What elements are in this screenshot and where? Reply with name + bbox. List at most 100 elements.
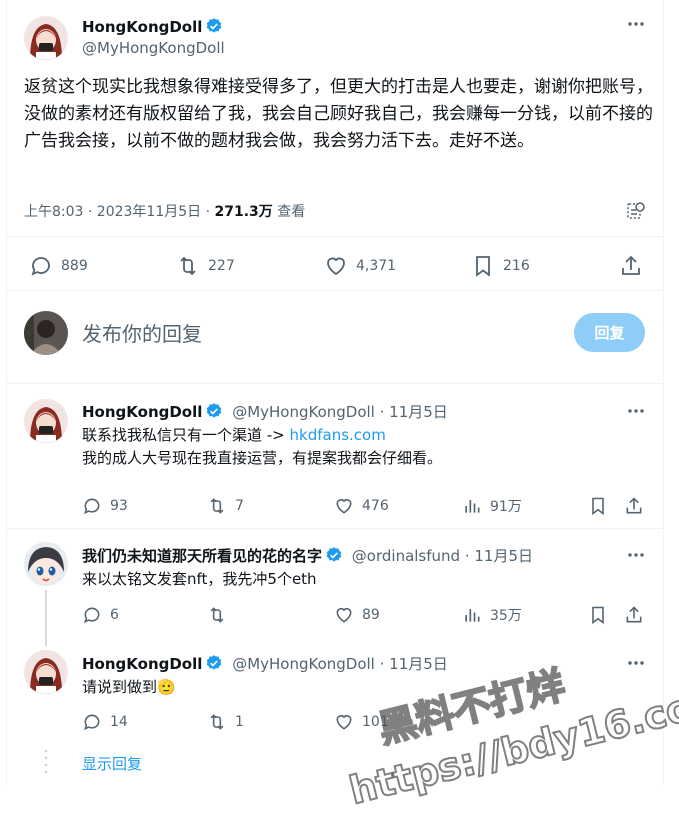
bookmark-icon — [592, 606, 604, 625]
views-action[interactable]: 35万 — [462, 605, 522, 625]
reply-action[interactable]: 889 — [29, 254, 88, 278]
reply-date[interactable]: · 11月5日 — [460, 547, 533, 565]
divider — [6, 383, 664, 384]
verified-badge-icon — [205, 17, 223, 39]
reply-date[interactable]: · 11月5日 — [375, 403, 448, 421]
divider — [6, 528, 664, 529]
avatar[interactable] — [24, 650, 68, 694]
like-count: 476 — [362, 498, 389, 514]
bookmark-icon — [592, 497, 604, 516]
author-handle[interactable]: @MyHongKongDoll — [232, 655, 375, 673]
current-user-avatar[interactable] — [24, 311, 68, 355]
reply-icon — [84, 714, 100, 731]
reply-count: 6 — [110, 607, 119, 623]
heart-icon — [336, 498, 352, 514]
like-count: 89 — [362, 607, 380, 623]
reply-button[interactable]: 回复 — [574, 313, 645, 352]
reply-text-line: 我的成人大号现在我直接运营，有提案我都会仔细看。 — [82, 449, 443, 467]
view-count: 35万 — [490, 608, 522, 624]
like-action[interactable]: 4,371 — [324, 254, 396, 278]
analytics-icon — [465, 500, 480, 513]
reply-icon — [84, 498, 100, 515]
bookmark-action[interactable] — [588, 605, 616, 625]
share-icon — [626, 606, 642, 623]
reply-action[interactable]: 6 — [82, 605, 119, 625]
views-action[interactable]: 91万 — [462, 496, 522, 516]
more-options-icon[interactable] — [626, 14, 646, 34]
reply-text: 联系找我私信只有一个渠道 -> hkdfans.com 我的成人大号现在我直接运… — [82, 424, 442, 470]
reply-text: 请说到做到🫡 — [82, 678, 176, 696]
external-link[interactable]: hkdfans.com — [290, 426, 386, 444]
avatar[interactable] — [24, 399, 68, 443]
verified-badge-icon — [205, 654, 223, 676]
author-name[interactable]: HongKongDoll — [82, 403, 202, 421]
share-icon — [622, 255, 640, 275]
author-name[interactable]: HongKongDoll — [82, 18, 202, 36]
reply-header: HongKongDoll @MyHongKongDoll · 11月5日 — [82, 401, 448, 424]
reply-header: 我们仍未知道那天所看见的花的名字 @ordinalsfund · 11月5日 — [82, 545, 533, 568]
share-action[interactable] — [624, 605, 652, 625]
thread-dots — [43, 748, 49, 774]
analytics-icon — [465, 609, 480, 622]
verified-badge-icon — [325, 546, 343, 568]
reply-text-line: 联系找我私信只有一个渠道 -> — [82, 426, 290, 444]
retweet-action[interactable] — [207, 605, 235, 625]
view-count: 271.3万 — [214, 204, 273, 220]
share-icon — [626, 497, 642, 514]
reply-date[interactable]: · 11月5日 — [375, 655, 448, 673]
reply-icon — [31, 257, 50, 276]
author-handle[interactable]: @ordinalsfund — [352, 547, 460, 565]
reply-count: 14 — [110, 714, 128, 730]
reply-action[interactable]: 93 — [82, 496, 128, 516]
more-options-icon[interactable] — [626, 401, 646, 421]
author-info: HongKongDoll — [82, 17, 223, 39]
reply-count: 93 — [110, 498, 128, 514]
tweet-meta: 上午8:03 · 2023年11月5日 · 271.3万 查看 — [24, 201, 305, 221]
retweet-count: 1 — [235, 714, 244, 730]
share-action[interactable] — [624, 496, 652, 516]
retweet-action[interactable]: 227 — [176, 254, 235, 278]
tweet-text: 返贫这个现实比我想象得难接受得多了，但更大的打击是人也要走，谢谢你把账号，没做的… — [24, 77, 653, 151]
retweet-action[interactable]: 1 — [207, 712, 244, 732]
thread-line — [45, 590, 47, 646]
author-name[interactable]: 我们仍未知道那天所看见的花的名字 — [82, 547, 322, 565]
retweet-icon — [210, 607, 224, 623]
divider — [6, 290, 664, 291]
heart-icon — [336, 607, 352, 623]
retweet-count: 227 — [208, 258, 235, 274]
view-count: 91万 — [490, 499, 522, 515]
grok-analyze-icon[interactable] — [626, 201, 646, 225]
tweet-timestamp[interactable]: 上午8:03 · 2023年11月5日 · — [24, 204, 215, 220]
more-options-icon[interactable] — [626, 653, 646, 673]
retweet-count: 7 — [235, 498, 244, 514]
verified-badge-icon — [205, 402, 223, 424]
retweet-icon — [180, 256, 196, 276]
like-action[interactable]: 476 — [334, 496, 389, 516]
reply-count: 889 — [61, 258, 88, 274]
author-handle[interactable]: @MyHongKongDoll — [232, 403, 375, 421]
divider — [6, 236, 664, 237]
bookmark-action[interactable] — [588, 496, 616, 516]
show-replies-link[interactable]: 显示回复 — [82, 753, 142, 774]
retweet-action[interactable]: 7 — [207, 496, 244, 516]
like-count: 4,371 — [356, 258, 397, 274]
bookmark-icon — [476, 256, 490, 277]
heart-icon — [336, 714, 352, 730]
reply-header: HongKongDoll @MyHongKongDoll · 11月5日 — [82, 653, 448, 676]
author-handle[interactable]: @MyHongKongDoll — [82, 39, 225, 57]
heart-icon — [327, 257, 345, 276]
share-action[interactable] — [619, 254, 651, 278]
retweet-icon — [210, 498, 224, 514]
bookmark-action[interactable]: 216 — [471, 254, 530, 278]
more-options-icon[interactable] — [626, 545, 646, 565]
like-action[interactable]: 89 — [334, 605, 380, 625]
reply-input[interactable]: 发布你的回复 — [82, 318, 202, 347]
bookmark-count: 216 — [503, 258, 530, 274]
views-label: 查看 — [272, 204, 306, 220]
author-name[interactable]: HongKongDoll — [82, 655, 202, 673]
avatar[interactable] — [24, 16, 68, 60]
reply-action[interactable]: 14 — [82, 712, 128, 732]
avatar[interactable] — [24, 542, 68, 586]
reply-text: 来以太铭文发套nft，我先冲5个eth — [82, 570, 317, 588]
reply-icon — [84, 607, 100, 624]
